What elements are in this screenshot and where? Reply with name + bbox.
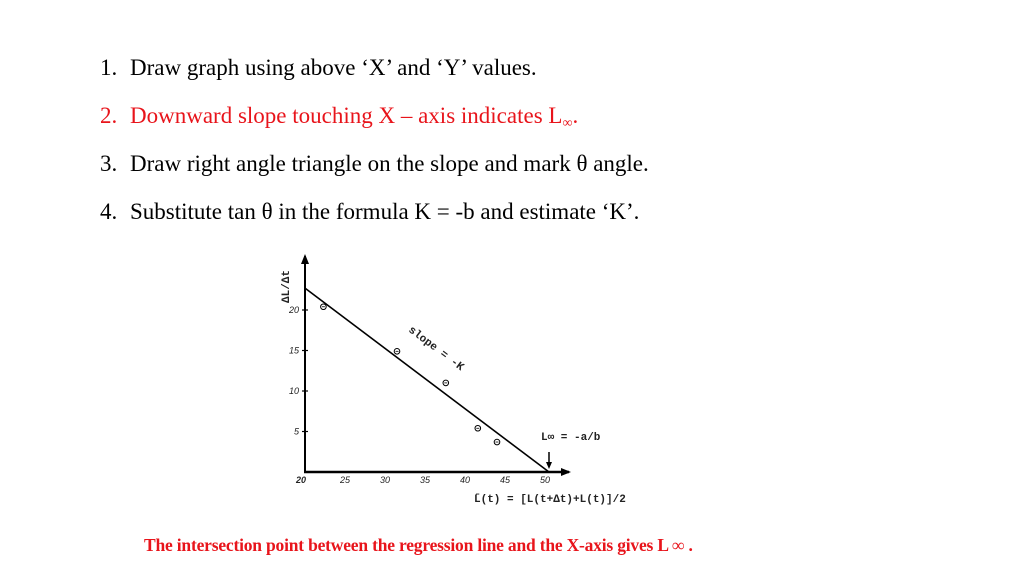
x-tick-label: 50 <box>540 475 550 485</box>
x-tick-label: 35 <box>420 475 431 485</box>
data-point <box>320 303 327 311</box>
x-tick-label: 40 <box>460 475 470 485</box>
y-tick-label: 15 <box>289 346 300 356</box>
x-tick-label: 20 <box>295 475 306 485</box>
regression-line <box>304 287 550 473</box>
data-point <box>393 348 401 355</box>
x-axis-label: L̄(t) = [L(t+Δt)+L(t)]/2 <box>474 493 626 506</box>
caption: The intersection point between the regre… <box>144 535 693 555</box>
y-tick-label: 5 <box>294 427 300 437</box>
regression-chart: 20 25 30 35 40 45 50 5 10 15 20 ΔL/Δt L̄(t) = [L(t… <box>281 254 626 506</box>
l-infinity-arrow-head <box>546 462 552 469</box>
slope-annotation: slope = -K <box>406 325 466 375</box>
y-tick-label: 10 <box>289 386 299 396</box>
x-tick-label: 45 <box>500 475 511 485</box>
l-infinity-annotation: L∞ = -a/b <box>541 432 601 444</box>
y-axis-label: ΔL/Δt <box>281 270 293 303</box>
x-tick-label: 25 <box>339 475 351 485</box>
x-tick-label: 30 <box>380 475 390 485</box>
chart-container: 20 25 30 35 40 45 50 5 10 15 20 ΔL/Δt L̄(t) = [L(t… <box>0 0 1024 576</box>
data-point <box>493 438 501 446</box>
data-point <box>474 424 482 432</box>
data-point <box>442 379 450 387</box>
y-tick-label: 20 <box>288 305 299 315</box>
